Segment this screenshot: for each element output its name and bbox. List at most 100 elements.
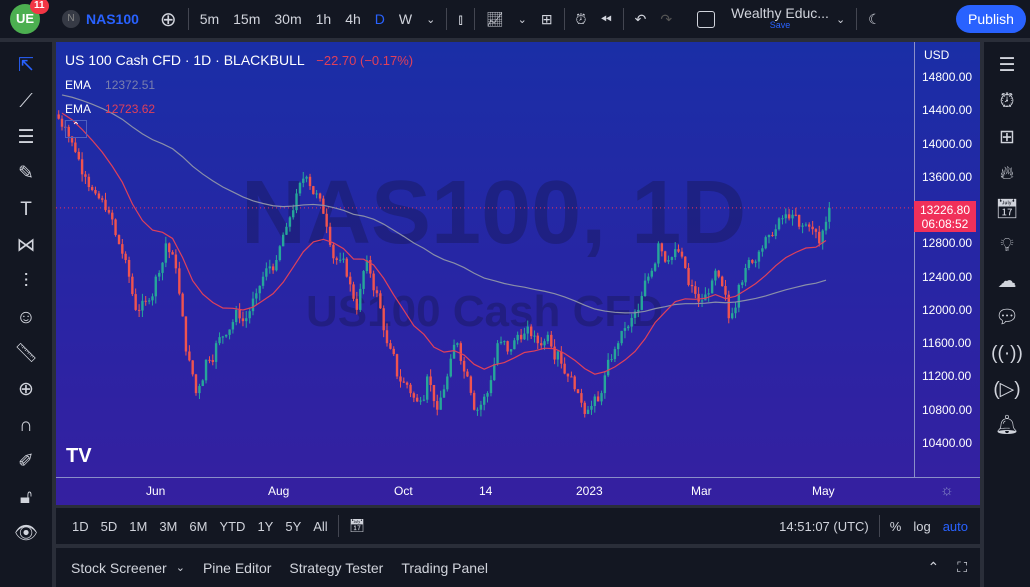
candle-body — [452, 344, 456, 359]
chevron-up-icon[interactable]: ⌃ — [922, 559, 952, 576]
range-ytd[interactable]: YTD — [213, 519, 251, 534]
compare-add-icon[interactable]: ⊕ — [153, 7, 184, 32]
layout-name[interactable]: Wealthy Educ... Save — [731, 6, 829, 31]
interval-d[interactable]: D — [368, 11, 392, 27]
indicators-icon[interactable]: 📈︎ — [479, 11, 511, 28]
magnet-icon[interactable]: ∩ — [0, 408, 52, 444]
auto-toggle[interactable]: auto — [937, 519, 974, 534]
pattern-icon[interactable]: ⋈ — [0, 228, 52, 264]
user-avatar[interactable]: UE 11 — [10, 0, 49, 34]
prediction-icon[interactable]: ⫶ — [0, 264, 52, 300]
ideas-icon[interactable]: 💡︎ — [984, 228, 1030, 264]
streams-icon[interactable]: ((·)) — [984, 336, 1030, 372]
undo-icon[interactable]: ↶ — [628, 11, 654, 28]
ruler-icon[interactable]: 📏︎ — [0, 336, 52, 372]
log-toggle[interactable]: log — [907, 519, 936, 534]
price-axis-border — [914, 42, 915, 477]
currency-select[interactable]: USD — [924, 48, 949, 62]
publish-button[interactable]: Publish — [956, 5, 1026, 33]
templates-icon[interactable]: ⊞ — [534, 11, 560, 28]
zoom-icon[interactable]: ⊕ — [0, 372, 52, 408]
range-1d[interactable]: 1D — [66, 519, 95, 534]
replay-icon[interactable]: ⏪︎ — [593, 11, 618, 28]
clock[interactable]: 14:51:07 (UTC) — [773, 519, 875, 534]
candle-body — [349, 276, 352, 285]
calendar-icon[interactable]: 📅︎ — [984, 192, 1030, 228]
range-5d[interactable]: 5D — [95, 519, 124, 534]
goto-date-icon[interactable]: 📅︎ — [343, 518, 372, 534]
range-all[interactable]: All — [307, 519, 333, 534]
chevron-down-icon[interactable]: ⌄ — [171, 561, 198, 574]
fib-icon[interactable]: ☰ — [0, 120, 52, 156]
range-1y[interactable]: 1Y — [251, 519, 279, 534]
tab-strategy-tester[interactable]: Strategy Tester — [284, 560, 396, 576]
chevron-down-icon[interactable]: ⌄ — [511, 13, 534, 26]
chat-icon[interactable]: 💬︎ — [984, 300, 1030, 336]
interval-4h[interactable]: 4h — [338, 11, 368, 27]
interval-15m[interactable]: 15m — [226, 11, 267, 27]
candle-body — [513, 340, 516, 350]
chart-pane[interactable]: NAS100, 1D US100 Cash CFD US 100 Cash CF… — [56, 42, 980, 505]
range-1m[interactable]: 1M — [123, 519, 153, 534]
ema1-label[interactable]: EMA — [65, 78, 91, 92]
candle-body — [382, 308, 385, 331]
candle-body — [446, 376, 449, 390]
candle-body — [731, 313, 734, 319]
interval-30m[interactable]: 30m — [267, 11, 308, 27]
candle-body — [606, 359, 610, 376]
candle-body — [717, 270, 720, 277]
candle-body — [483, 396, 486, 405]
tab-stock-screener[interactable]: Stock Screener — [66, 560, 171, 576]
ema2-label[interactable]: EMA — [65, 102, 91, 116]
broadcast-icon[interactable]: (▷) — [984, 372, 1030, 408]
text-icon[interactable]: T — [0, 192, 52, 228]
notifications-icon[interactable]: 🔔︎ — [984, 408, 1030, 444]
candle-body — [620, 330, 623, 344]
tab-trading-panel[interactable]: Trading Panel — [396, 560, 501, 576]
emoji-icon[interactable]: ☺ — [0, 300, 52, 336]
settings-icon[interactable]: ☼ — [940, 482, 954, 499]
alarm-icon[interactable]: ⏰︎ — [984, 84, 1030, 120]
candle-body — [777, 218, 781, 230]
range-5y[interactable]: 5Y — [279, 519, 307, 534]
price-label: 13600.00 — [922, 169, 973, 184]
candle-body — [811, 226, 814, 230]
chevron-down-icon[interactable]: ⌄ — [419, 13, 442, 26]
lock-drawing-icon[interactable]: ✐ — [0, 444, 52, 480]
interval-5m[interactable]: 5m — [193, 11, 226, 27]
lock-icon[interactable]: 🔓︎ — [0, 480, 52, 516]
cursor-icon[interactable]: ⇱ — [0, 48, 52, 84]
maximize-icon[interactable]: ⛶ — [952, 559, 980, 576]
price-label: 12400.00 — [922, 269, 973, 284]
candle-body — [506, 341, 509, 352]
eye-icon[interactable]: 👁︎ — [0, 516, 52, 552]
tab-pine-editor[interactable]: Pine Editor — [198, 560, 284, 576]
candle-body — [178, 268, 181, 294]
layout-icon[interactable] — [697, 10, 716, 28]
legend-title[interactable]: US 100 Cash CFD · 1D · BLACKBULL — [65, 52, 305, 68]
candle-body — [771, 235, 774, 237]
chat-cloud-icon[interactable]: ☁ — [984, 264, 1030, 300]
chevron-down-icon[interactable]: ⌄ — [829, 13, 852, 26]
theme-icon[interactable]: ☾ — [861, 11, 888, 28]
interval-1h[interactable]: 1h — [309, 11, 339, 27]
interval-w[interactable]: W — [392, 11, 419, 27]
candles-icon[interactable]: ⫾ — [451, 11, 469, 28]
candle-body — [754, 261, 757, 263]
alert-icon[interactable]: ⏰︎ — [569, 11, 594, 28]
watchlist-icon[interactable]: ☰ — [984, 48, 1030, 84]
range-3m[interactable]: 3M — [153, 519, 183, 534]
collapse-legend-icon[interactable]: ⌃ — [65, 120, 87, 138]
percent-toggle[interactable]: % — [884, 519, 908, 534]
symbol-search[interactable]: NAS100 — [86, 11, 139, 27]
add-list-icon[interactable]: ⊞ — [984, 120, 1030, 156]
candle-body — [359, 288, 362, 310]
hotlist-icon[interactable]: 🔥︎ — [984, 156, 1030, 192]
trend-line-icon[interactable]: ⟋ — [0, 84, 52, 120]
candle-body — [271, 266, 275, 271]
candle-body — [57, 114, 60, 119]
range-6m[interactable]: 6M — [183, 519, 213, 534]
redo-icon[interactable]: ↷ — [653, 11, 679, 28]
candle-body — [144, 300, 147, 302]
brush-icon[interactable]: ✎ — [0, 156, 52, 192]
